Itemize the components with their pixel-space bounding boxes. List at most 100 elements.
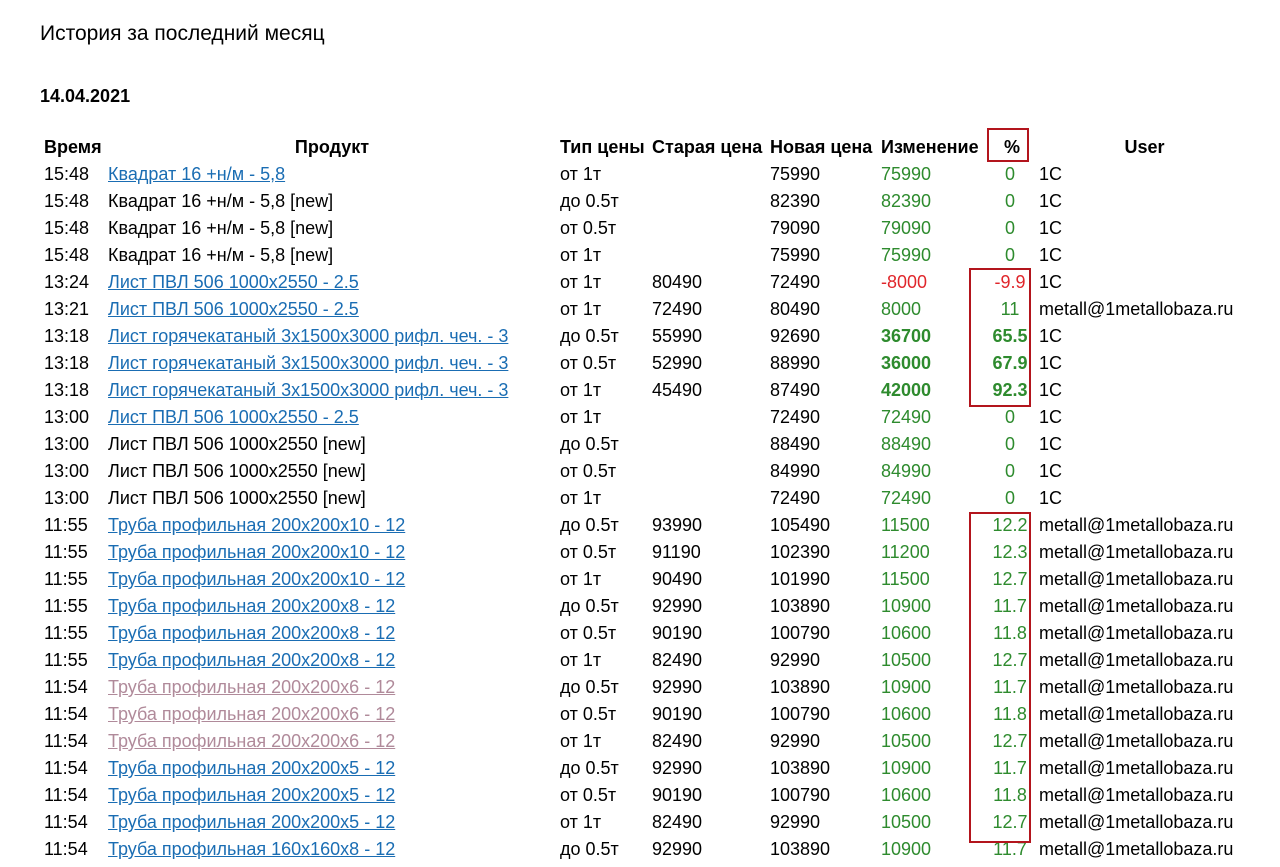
header-product: Продукт: [294, 137, 370, 157]
cell-user: 1С: [1039, 461, 1063, 481]
product-link[interactable]: Труба профильная 200x200x8 - 12: [108, 623, 395, 643]
cell-old-price: 92990: [652, 839, 703, 859]
product-link[interactable]: Труба профильная 200x200x5 - 12: [108, 785, 395, 805]
cell-new-price: 103890: [770, 839, 831, 859]
product-link[interactable]: Труба профильная 200x200x5 - 12: [108, 758, 395, 778]
cell-new-price: 75990: [770, 164, 821, 184]
cell-time: 13:21: [44, 299, 90, 319]
cell-time: 11:54: [44, 812, 88, 832]
page-title: История за последний месяц: [40, 22, 325, 45]
cell-change: 36000: [881, 353, 932, 373]
cell-product: Труба профильная 200x200x6 - 12: [104, 701, 556, 728]
cell-price-type: от 1т: [560, 272, 602, 292]
cell-old-price: [648, 404, 766, 431]
product-link[interactable]: Труба профильная 200x200x10 - 12: [108, 542, 405, 562]
cell-change: 88490: [881, 434, 932, 454]
cell-product: Квадрат 16 +н/м - 5,8 [new]: [108, 218, 334, 238]
cell-product: Труба профильная 200x200x8 - 12: [104, 593, 556, 620]
cell-time: 15:48: [44, 245, 90, 265]
cell-old-price: [648, 188, 766, 215]
cell-change: 10600: [881, 785, 932, 805]
product-link[interactable]: Лист горячекатаный 3x1500x3000 рифл. чеч…: [108, 353, 508, 373]
cell-change: 10900: [881, 758, 932, 778]
cell-new-price: 75990: [770, 245, 821, 265]
cell-price-type: от 1т: [560, 407, 602, 427]
cell-old-price: 82490: [652, 650, 703, 670]
product-link[interactable]: Лист ПВЛ 506 1000x2550 - 2.5: [108, 272, 359, 292]
cell-change: 10500: [881, 650, 932, 670]
cell-time: 13:18: [44, 326, 90, 346]
cell-time: 13:24: [44, 272, 90, 292]
cell-change: 10600: [881, 623, 932, 643]
cell-time: 13:18: [44, 380, 90, 400]
cell-old-price: [648, 161, 766, 188]
cell-old-price: 90190: [652, 623, 703, 643]
cell-price-type: от 0.5т: [560, 704, 617, 724]
cell-time: 11:55: [44, 515, 88, 535]
cell-product: Квадрат 16 +н/м - 5,8 [new]: [108, 245, 334, 265]
cell-old-price: 80490: [652, 272, 703, 292]
cell-change: -8000: [881, 272, 928, 292]
cell-time: 15:48: [44, 191, 90, 211]
cell-time: 11:55: [44, 569, 88, 589]
cell-price-type: от 0.5т: [560, 542, 617, 562]
cell-user: 1С: [1039, 353, 1063, 373]
cell-percent: 0: [1004, 488, 1015, 508]
cell-product: Труба профильная 200x200x6 - 12: [104, 728, 556, 755]
cell-time: 11:54: [44, 704, 88, 724]
table-row: 11:54 Труба профильная 200x200x5 - 12 от 0…: [40, 782, 1250, 809]
cell-product: Труба профильная 200x200x10 - 12: [104, 539, 556, 566]
cell-change: 10600: [881, 704, 932, 724]
table-row: 13:18 Лист горячекатаный 3x1500x3000 рифл…: [40, 377, 1250, 404]
table-row: 11:55 Труба профильная 200x200x10 - 12 до …: [40, 512, 1250, 539]
product-link[interactable]: Труба профильная 200x200x6 - 12: [108, 704, 395, 724]
table-row: 11:55 Труба профильная 200x200x8 - 12 от 1…: [40, 647, 1250, 674]
cell-product: Лист ПВЛ 506 1000x2550 - 2.5: [104, 296, 556, 323]
cell-old-price: 90490: [652, 569, 703, 589]
product-link[interactable]: Труба профильная 200x200x10 - 12: [108, 515, 405, 535]
cell-percent: 11.8: [993, 704, 1027, 724]
cell-percent: 11.8: [993, 785, 1027, 805]
cell-time: 11:54: [44, 839, 88, 859]
cell-new-price: 100790: [770, 785, 831, 805]
cell-percent: 0: [1004, 407, 1015, 427]
product-link[interactable]: Труба профильная 200x200x6 - 12: [108, 731, 395, 751]
cell-user: metall@1metallobaza.ru: [1039, 839, 1234, 859]
cell-change: 11500: [881, 515, 930, 535]
cell-new-price: 79090: [770, 218, 821, 238]
cell-percent: 0: [1004, 461, 1015, 481]
cell-price-type: от 1т: [560, 731, 602, 751]
cell-product: Лист ПВЛ 506 1000x2550 [new]: [108, 488, 366, 508]
cell-change: 84990: [881, 461, 932, 481]
product-link[interactable]: Лист ПВЛ 506 1000x2550 - 2.5: [108, 407, 359, 427]
product-link[interactable]: Квадрат 16 +н/м - 5,8: [108, 164, 285, 184]
table-row: 13:18 Лист горячекатаный 3x1500x3000 рифл…: [40, 350, 1250, 377]
cell-percent: -9.9: [994, 272, 1026, 292]
cell-old-price: 92990: [652, 596, 703, 616]
product-link[interactable]: Лист ПВЛ 506 1000x2550 - 2.5: [108, 299, 359, 319]
cell-time: 11:54: [44, 677, 88, 697]
product-link[interactable]: Лист горячекатаный 3x1500x3000 рифл. чеч…: [108, 326, 508, 346]
table-row: 15:48 Квадрат 16 +н/м - 5,8 [new] до 0.5т 8…: [40, 188, 1250, 215]
cell-percent: 11.7: [993, 596, 1027, 616]
cell-product: Труба профильная 200x200x10 - 12: [104, 512, 556, 539]
product-link[interactable]: Труба профильная 200x200x5 - 12: [108, 812, 395, 832]
cell-time: 13:00: [44, 434, 90, 454]
cell-old-price: 52990: [652, 353, 703, 373]
product-link[interactable]: Труба профильная 160x160x8 - 12: [108, 839, 395, 859]
cell-user: 1С: [1039, 407, 1063, 427]
product-link[interactable]: Лист горячекатаный 3x1500x3000 рифл. чеч…: [108, 380, 508, 400]
cell-new-price: 103890: [770, 758, 831, 778]
cell-percent: 0: [1004, 245, 1015, 265]
table-header-row: Время Продукт Тип цены Старая цена Новая…: [40, 134, 1250, 161]
product-link[interactable]: Труба профильная 200x200x8 - 12: [108, 650, 395, 670]
product-link[interactable]: Труба профильная 200x200x8 - 12: [108, 596, 395, 616]
product-link[interactable]: Труба профильная 200x200x6 - 12: [108, 677, 395, 697]
cell-user: metall@1metallobaza.ru: [1039, 758, 1234, 778]
cell-price-type: от 1т: [560, 380, 602, 400]
cell-product: Труба профильная 200x200x5 - 12: [104, 782, 556, 809]
cell-percent: 12.2: [992, 515, 1028, 535]
product-link[interactable]: Труба профильная 200x200x10 - 12: [108, 569, 405, 589]
cell-old-price: 91190: [652, 542, 701, 562]
cell-price-type: до 0.5т: [560, 839, 619, 859]
